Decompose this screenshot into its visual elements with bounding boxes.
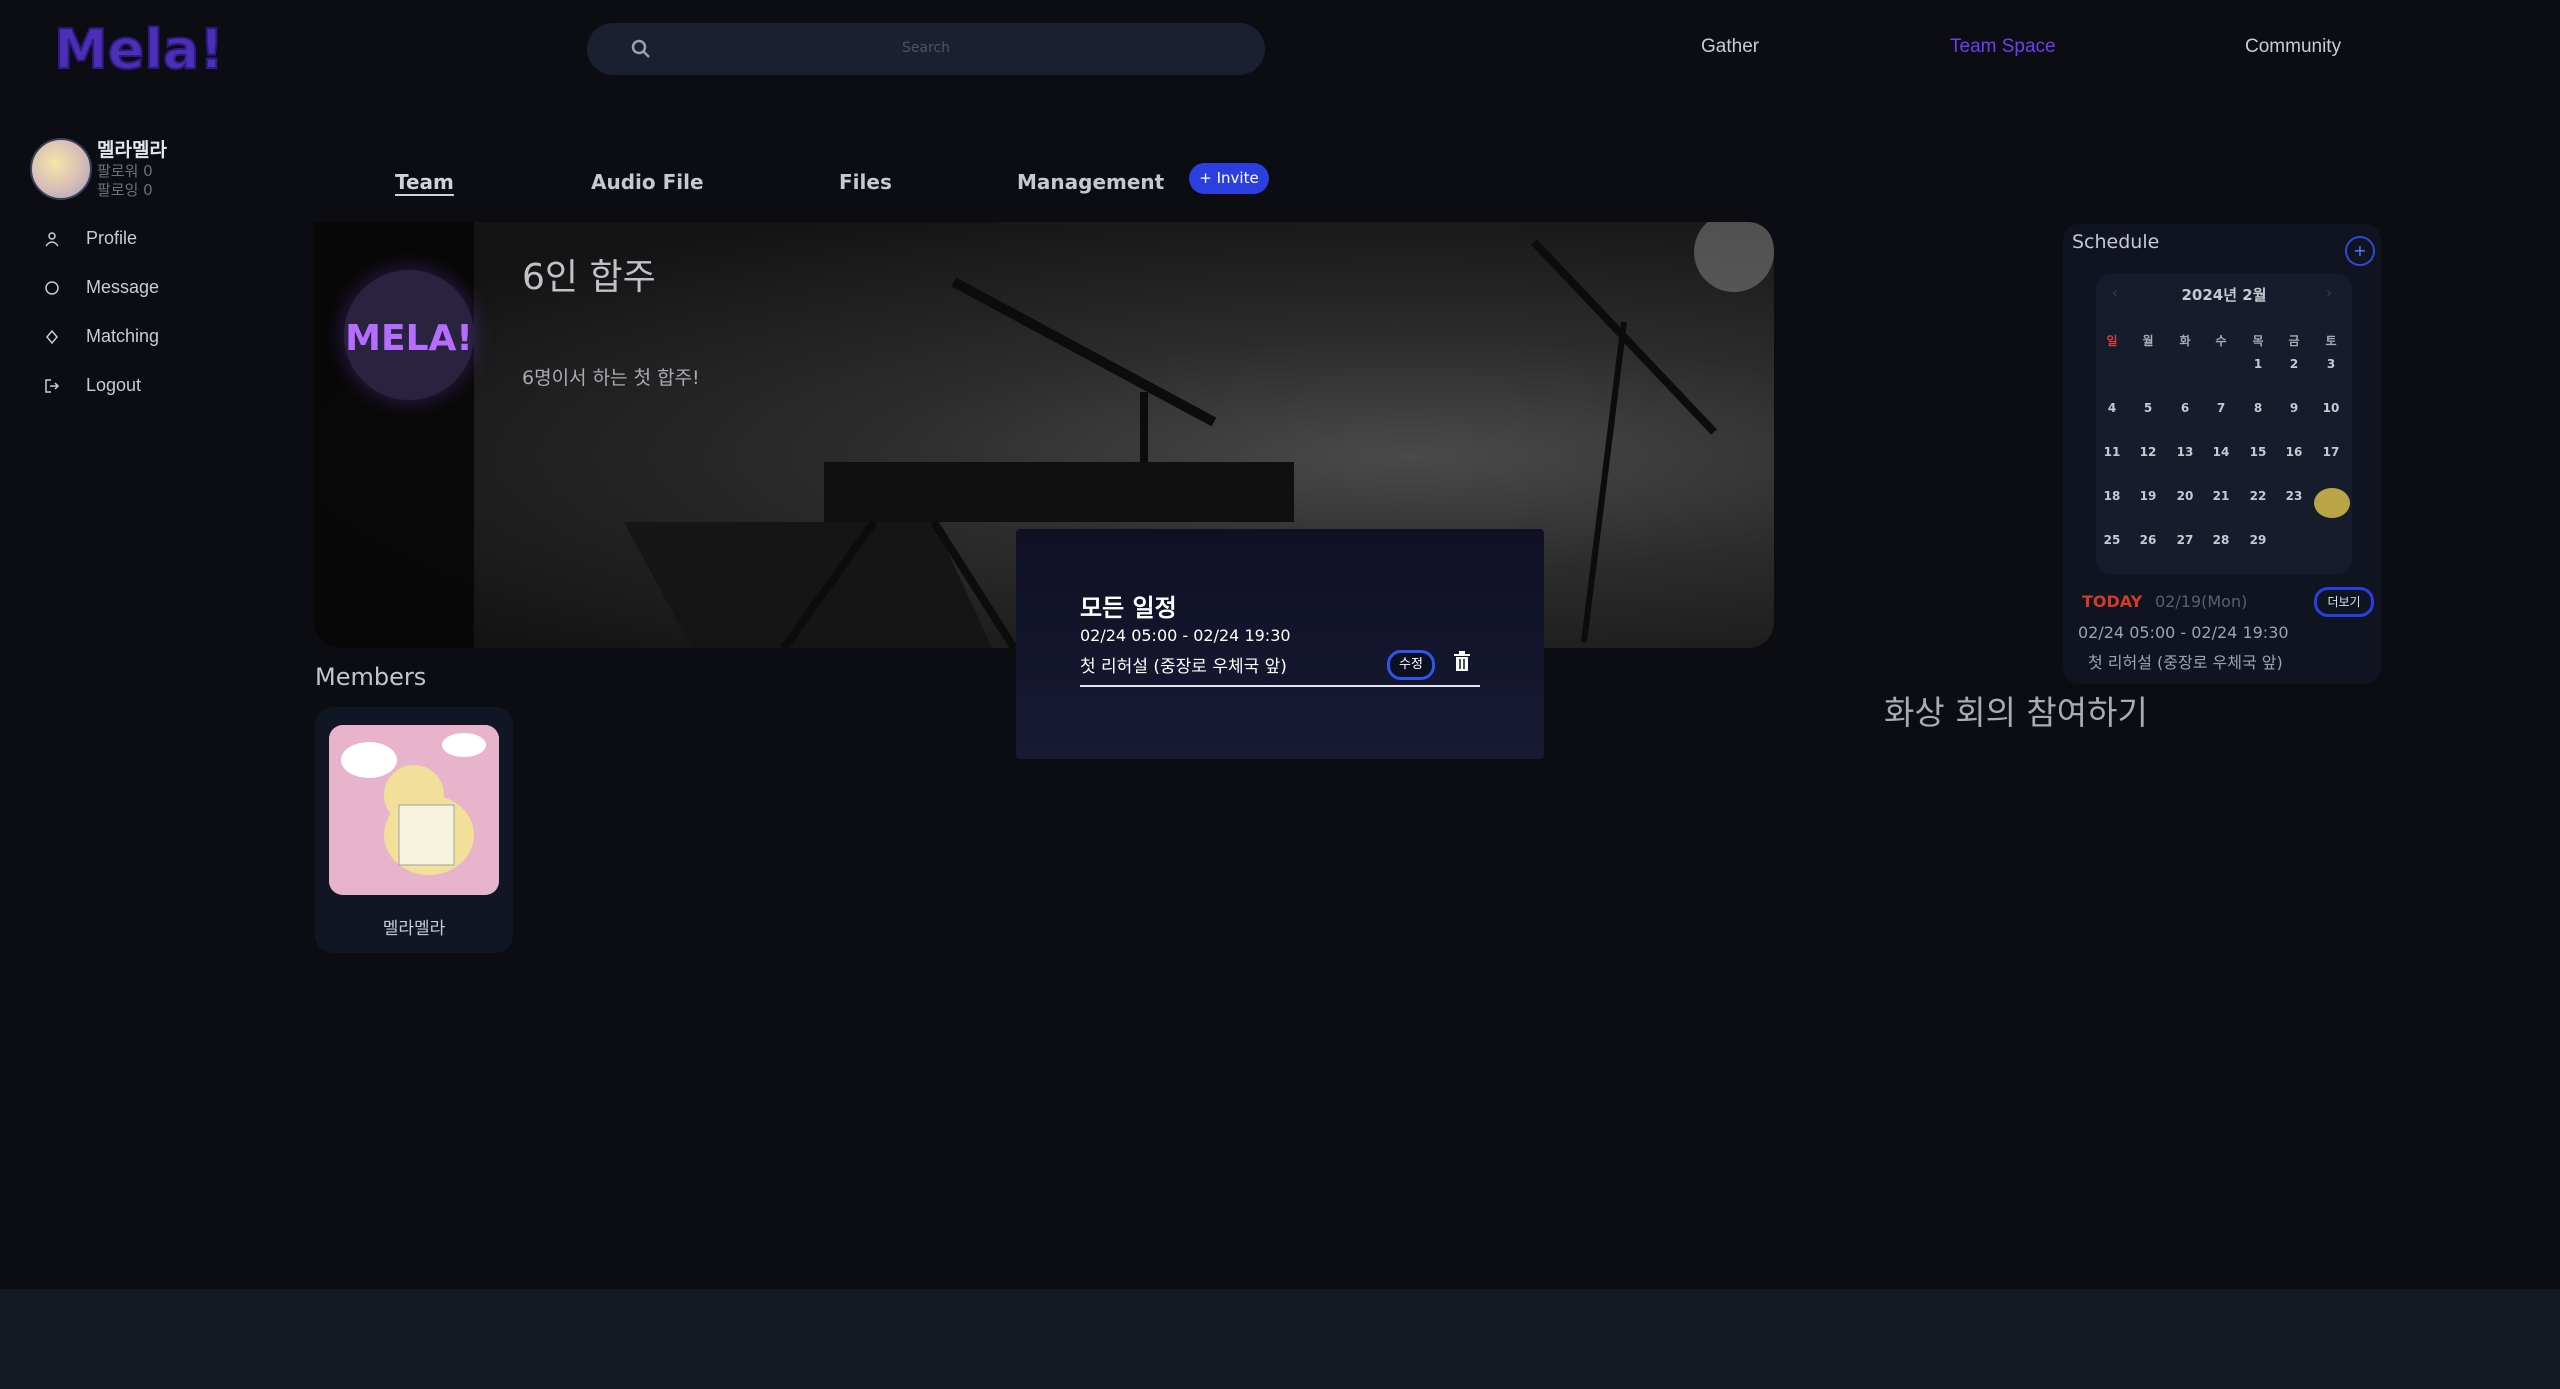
chat-icon <box>45 280 59 295</box>
sidebar-item-label: Logout <box>86 375 142 395</box>
calendar-day[interactable]: 19 <box>2130 489 2166 503</box>
calendar-day[interactable]: 6 <box>2167 401 2203 415</box>
calendar-day[interactable]: 23 <box>2276 489 2312 503</box>
calendar-day[interactable]: 22 <box>2240 489 2276 503</box>
calendar-day[interactable]: 7 <box>2203 401 2239 415</box>
followers-count: 팔로워 0 <box>97 162 153 180</box>
weekday-label: 일 <box>2106 334 2118 348</box>
weekday-label: 목 <box>2252 334 2264 348</box>
tab-files[interactable]: Files <box>839 170 892 194</box>
search-placeholder: Search <box>901 40 951 56</box>
modal-title: 모든 일정 <box>1080 594 1177 622</box>
team-description: 6명이서 하는 첫 합주! <box>522 367 700 389</box>
user-name: 멜라멜라 <box>97 139 167 161</box>
calendar-day[interactable]: 15 <box>2240 445 2276 459</box>
calendar-day[interactable]: 9 <box>2276 401 2312 415</box>
search-bar[interactable]: Search <box>587 23 1265 75</box>
calendar-day[interactable]: 29 <box>2240 533 2276 547</box>
logo-text: Mela! <box>54 18 224 80</box>
video-call-link[interactable]: 화상 회의 참여하기 <box>1884 686 2148 734</box>
member-avatar <box>329 725 499 895</box>
team-logo-text: MELA! <box>345 318 473 359</box>
sidebar-item-label: Message <box>86 277 160 297</box>
invite-button[interactable]: + Invite <box>1189 163 1269 194</box>
logout-icon <box>45 378 60 393</box>
edit-button[interactable]: 수정 <box>1387 650 1435 680</box>
calendar-day[interactable]: 11 <box>2094 445 2130 459</box>
calendar-day[interactable]: 20 <box>2167 489 2203 503</box>
today-label: TODAY <box>2082 592 2143 611</box>
calendar-day[interactable]: 17 <box>2313 445 2349 459</box>
calendar-day[interactable]: 28 <box>2203 533 2239 547</box>
sidebar-item-label: Profile <box>86 228 138 248</box>
today-date: 02/19(Mon) <box>2155 592 2248 611</box>
following-count: 팔로잉 0 <box>97 181 153 199</box>
calendar-day[interactable]: 21 <box>2203 489 2239 503</box>
trash-icon[interactable] <box>1453 651 1471 671</box>
sidebar-item-matching[interactable]: Matching <box>44 326 159 347</box>
nav-gather[interactable]: Gather <box>1701 36 1759 58</box>
sidebar-item-profile[interactable]: Profile <box>44 228 137 249</box>
calendar-day[interactable]: 1 <box>2240 357 2276 371</box>
weekday-label: 화 <box>2179 334 2191 348</box>
modal-event-title: 첫 리허설 (중장로 우체국 앞) <box>1080 657 1287 677</box>
calendar-month: 2024년 2월 <box>2181 286 2267 304</box>
schedule-event-time: 02/24 05:00 - 02/24 19:30 <box>2078 623 2289 642</box>
schedule-title: Schedule <box>2072 231 2160 253</box>
add-schedule-button[interactable]: + <box>2345 236 2375 266</box>
nav-team-space[interactable]: Team Space <box>1950 36 2056 58</box>
weekday-label: 월 <box>2142 334 2154 348</box>
calendar-day[interactable]: 26 <box>2130 533 2166 547</box>
calendar-day[interactable]: 2 <box>2276 357 2312 371</box>
avatar[interactable] <box>30 138 92 200</box>
modal-event-time: 02/24 05:00 - 02/24 19:30 <box>1080 626 1291 645</box>
more-button[interactable]: 더보기 <box>2314 587 2374 617</box>
team-name: 6인 합주 <box>522 257 656 298</box>
mela-logo[interactable]: Mela! <box>50 16 240 82</box>
sidebar-item-message[interactable]: Message <box>44 277 159 298</box>
prev-month-icon[interactable]: ‹ <box>2112 284 2118 302</box>
schedule-event-title[interactable]: 첫 리허설 (중장로 우체국 앞) <box>2088 649 2283 673</box>
footer <box>0 1289 2560 1389</box>
modal-divider <box>1080 685 1480 687</box>
match-icon <box>46 329 58 344</box>
calendar-day[interactable]: 16 <box>2276 445 2312 459</box>
weekday-label: 토 <box>2325 334 2337 348</box>
calendar-day[interactable]: 3 <box>2313 357 2349 371</box>
members-title: Members <box>315 663 427 691</box>
sidebar-item-logout[interactable]: Logout <box>44 375 141 396</box>
next-month-icon[interactable]: › <box>2326 284 2332 302</box>
calendar-day[interactable]: 4 <box>2094 401 2130 415</box>
calendar-day[interactable]: 18 <box>2094 489 2130 503</box>
calendar-day[interactable]: 12 <box>2130 445 2166 459</box>
calendar <box>2096 274 2352 574</box>
calendar-day[interactable]: 25 <box>2094 533 2130 547</box>
calendar-day[interactable]: 10 <box>2313 401 2349 415</box>
nav-community[interactable]: Community <box>2245 36 2341 58</box>
tab-team[interactable]: Team <box>395 170 454 194</box>
calendar-day[interactable]: 24 <box>2313 489 2349 503</box>
calendar-day[interactable]: 13 <box>2167 445 2203 459</box>
weekday-label: 금 <box>2288 334 2300 348</box>
calendar-day[interactable]: 14 <box>2203 445 2239 459</box>
sidebar-item-label: Matching <box>86 326 160 346</box>
calendar-day[interactable]: 8 <box>2240 401 2276 415</box>
tab-management[interactable]: Management <box>1017 170 1164 194</box>
user-icon <box>45 231 59 246</box>
weekday-label: 수 <box>2215 334 2227 348</box>
calendar-day[interactable]: 5 <box>2130 401 2166 415</box>
tab-audio-file[interactable]: Audio File <box>591 170 704 194</box>
member-name: 멜라멜라 <box>382 919 446 939</box>
calendar-day[interactable]: 27 <box>2167 533 2203 547</box>
team-logo: MELA! <box>344 270 474 400</box>
